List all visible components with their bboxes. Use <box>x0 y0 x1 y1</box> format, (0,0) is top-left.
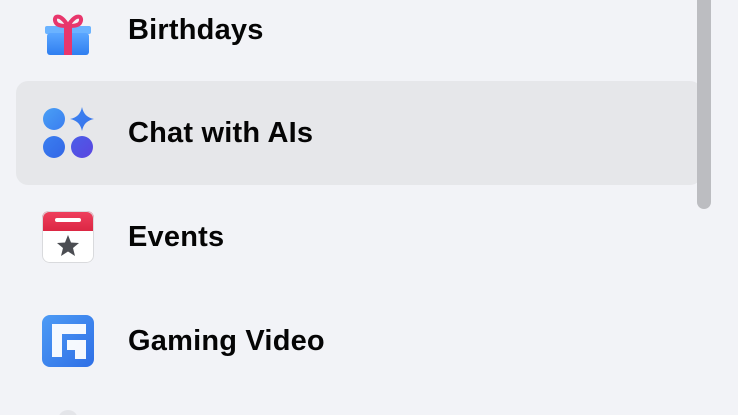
menu-item-gaming-video[interactable]: Gaming Video <box>16 289 702 393</box>
scrollbar-thumb[interactable] <box>697 0 711 209</box>
menu-item-label: Birthdays <box>128 13 264 46</box>
menu-item-chat-with-ais[interactable]: Chat with AIs <box>16 81 702 185</box>
menu-item-birthdays[interactable]: Birthdays <box>16 0 702 82</box>
menu-item-events[interactable]: Events <box>16 185 702 289</box>
scrollbar[interactable] <box>697 0 711 415</box>
menu-item-label: Gaming Video <box>128 324 325 357</box>
menu-item-label: Chat with AIs <box>128 116 314 149</box>
ai-chat-icon <box>42 107 94 159</box>
shortcuts-menu: Birthdays Chat with AIs Events Gaming Vi… <box>0 0 738 415</box>
next-item-icon-peek <box>58 410 78 415</box>
menu-item-label: Events <box>128 220 225 253</box>
gaming-video-icon <box>42 315 94 367</box>
gift-icon <box>42 4 94 56</box>
calendar-star-icon <box>42 211 94 263</box>
